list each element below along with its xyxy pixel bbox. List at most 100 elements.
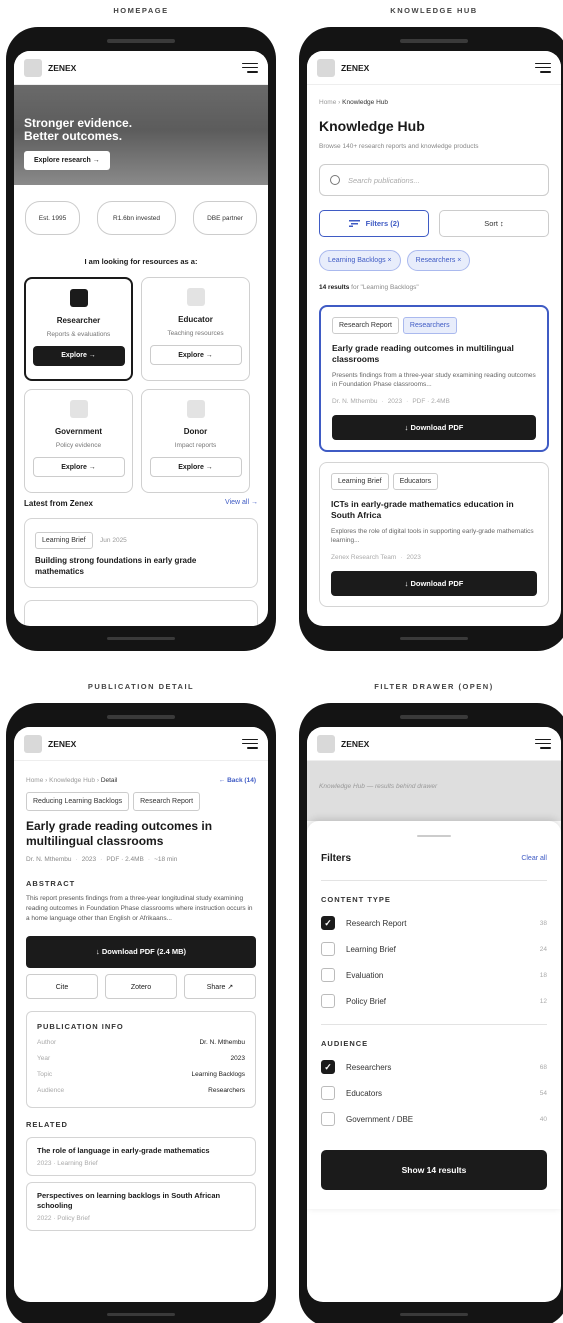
explore-government-button[interactable]: Explore → xyxy=(32,457,125,477)
checkbox[interactable] xyxy=(321,994,335,1008)
hamburger-menu-icon[interactable] xyxy=(242,738,258,749)
filter-option-evaluation[interactable]: Evaluation 18 xyxy=(307,962,561,988)
divider xyxy=(321,880,547,881)
hub-screen: ZENEX Home › Knowledge Hub Knowledge Hub… xyxy=(307,51,561,626)
home-indicator xyxy=(400,1313,468,1316)
checkbox[interactable] xyxy=(321,968,335,982)
stat-pill: Est. 1995 xyxy=(25,201,80,235)
show-results-button[interactable]: Show 14 results xyxy=(321,1150,547,1190)
drawer-handle[interactable] xyxy=(417,835,451,837)
hamburger-menu-icon[interactable] xyxy=(242,62,258,73)
chip-researchers[interactable]: Researchers × xyxy=(406,250,471,271)
explore-research-button[interactable]: Explore research → xyxy=(24,151,110,170)
checkbox-checked[interactable]: ✓ xyxy=(321,1060,335,1074)
audience-cards: Researcher Reports & evaluations Explore… xyxy=(14,277,268,495)
logo-icon[interactable] xyxy=(24,734,42,753)
navbar: ZENEX xyxy=(307,727,561,761)
filter-option-research-report[interactable]: ✓ Research Report 38 xyxy=(307,910,561,936)
logo-icon[interactable] xyxy=(317,734,335,753)
audience-card-donor[interactable]: Donor Impact reports Explore → xyxy=(141,389,250,493)
publication-info-box: PUBLICATION INFO Author Dr. N. Mthembu Ye… xyxy=(26,1011,256,1108)
logo-icon[interactable] xyxy=(317,58,335,77)
explore-donor-button[interactable]: Explore → xyxy=(149,457,242,477)
audience-card-researcher[interactable]: Researcher Reports & evaluations Explore… xyxy=(24,277,133,381)
card-title: Donor xyxy=(183,427,208,436)
logo-icon[interactable] xyxy=(24,58,42,77)
publication-card[interactable]: Learning Brief Educators ICTs in early-g… xyxy=(319,462,549,607)
phone-filter-drawer: ZENEX Knowledge Hub — results behind dra… xyxy=(299,703,563,1323)
audience-card-educator[interactable]: Educator Teaching resources Explore → xyxy=(141,277,250,381)
checkbox[interactable] xyxy=(321,1086,335,1100)
filters-button[interactable]: Filters (2) xyxy=(319,210,429,237)
detail-tag[interactable]: Research Report xyxy=(133,792,201,811)
explore-researcher-button[interactable]: Explore → xyxy=(32,346,125,366)
explore-educator-button[interactable]: Explore → xyxy=(149,345,242,365)
navbar: ZENEX xyxy=(307,51,561,85)
checkbox[interactable] xyxy=(321,1112,335,1126)
brand-name[interactable]: ZENEX xyxy=(341,739,535,749)
related-item[interactable]: The role of language in early-grade math… xyxy=(26,1137,256,1176)
pub-tag: Researchers xyxy=(402,317,457,334)
share-button[interactable]: Share ↗ xyxy=(184,974,256,999)
results-count: 14 results for "Learning Backlogs" xyxy=(319,284,419,291)
drawer-header: Filters Clear all xyxy=(307,853,561,864)
view-all-link[interactable]: View all → xyxy=(225,499,258,508)
divider xyxy=(321,1024,547,1025)
pub-title[interactable]: Early grade reading outcomes in multilin… xyxy=(332,343,536,365)
donor-icon xyxy=(186,400,205,418)
publication-card[interactable]: Research Report Researchers Early grade … xyxy=(319,305,549,452)
breadcrumb-hub[interactable]: Knowledge Hub xyxy=(49,777,95,784)
breadcrumb-home[interactable]: Home xyxy=(26,777,43,784)
brand-name[interactable]: ZENEX xyxy=(341,63,535,73)
latest-item-card[interactable]: Learning Brief Jun 2025 Building strong … xyxy=(24,518,258,588)
phone-publication-detail: ZENEX Home › Knowledge Hub › Detail ← Ba… xyxy=(6,703,276,1323)
zotero-button[interactable]: Zotero xyxy=(105,974,177,999)
checkbox[interactable] xyxy=(321,942,335,956)
filter-option-government[interactable]: Government / DBE 40 xyxy=(307,1106,561,1132)
phone-notch xyxy=(107,715,175,719)
phone-knowledge-hub: ZENEX Home › Knowledge Hub Knowledge Hub… xyxy=(299,27,563,651)
sort-button[interactable]: Sort ↕ xyxy=(439,210,549,237)
audience-heading: AUDIENCE xyxy=(321,1039,369,1048)
filter-drawer: Filters Clear all CONTENT TYPE ✓ Research… xyxy=(307,821,561,1209)
government-icon xyxy=(69,400,88,418)
chip-learning-backlogs[interactable]: Learning Backlogs × xyxy=(319,250,401,271)
search-input[interactable]: Search publications... xyxy=(319,164,549,196)
brand-name[interactable]: ZENEX xyxy=(48,63,242,73)
checkbox-checked[interactable]: ✓ xyxy=(321,916,335,930)
hamburger-menu-icon[interactable] xyxy=(535,738,551,749)
latest-item-card-next[interactable] xyxy=(24,600,258,626)
back-link[interactable]: ← Back (14) xyxy=(219,777,256,784)
breadcrumb: Home › Knowledge Hub › Detail ← Back (14… xyxy=(26,777,256,784)
pub-meta: Dr. N. Mthembu · 2023 · PDF · 2.4MB xyxy=(332,398,450,405)
pub-title[interactable]: ICTs in early-grade mathematics educatio… xyxy=(331,499,537,521)
info-row-audience: Audience Researchers xyxy=(37,1087,245,1094)
card-title: Educator xyxy=(178,315,213,324)
filter-option-learning-brief[interactable]: Learning Brief 24 xyxy=(307,936,561,962)
background-overlay[interactable]: Knowledge Hub — results behind drawer xyxy=(307,761,561,821)
filter-option-educators[interactable]: Educators 54 xyxy=(307,1080,561,1106)
related-item[interactable]: Perspectives on learning backlogs in Sou… xyxy=(26,1182,256,1231)
latest-header: Latest from Zenex View all → xyxy=(14,499,268,508)
related-title: The role of language in early-grade math… xyxy=(37,1146,210,1155)
download-pdf-button[interactable]: ↓ Download PDF xyxy=(332,415,536,440)
related-heading: RELATED xyxy=(26,1120,68,1129)
home-indicator xyxy=(400,637,468,640)
clear-all-button[interactable]: Clear all xyxy=(521,855,547,862)
filter-option-policy-brief[interactable]: Policy Brief 12 xyxy=(307,988,561,1014)
hamburger-menu-icon[interactable] xyxy=(535,62,551,73)
phone-notch xyxy=(107,39,175,43)
audience-card-government[interactable]: Government Policy evidence Explore → xyxy=(24,389,133,493)
related-meta: 2022 · Policy Brief xyxy=(37,1215,90,1222)
card-title: Researcher xyxy=(56,316,101,325)
brand-name[interactable]: ZENEX xyxy=(48,739,242,749)
filter-option-researchers[interactable]: ✓ Researchers 68 xyxy=(307,1054,561,1080)
detail-tag[interactable]: Reducing Learning Backlogs xyxy=(26,792,130,811)
download-pdf-button[interactable]: ↓ Download PDF xyxy=(331,571,537,596)
breadcrumb-home[interactable]: Home xyxy=(319,99,336,106)
page-title: Knowledge Hub xyxy=(319,118,425,134)
download-pdf-button[interactable]: ↓ Download PDF (2.4 MB) xyxy=(26,936,256,968)
cite-button[interactable]: Cite xyxy=(26,974,98,999)
hero-banner: Stronger evidence. Better outcomes. Explo… xyxy=(14,85,268,185)
detail-meta: Dr. N. Mthembu · 2023 · PDF · 2.4MB · ~18 min xyxy=(26,856,178,863)
